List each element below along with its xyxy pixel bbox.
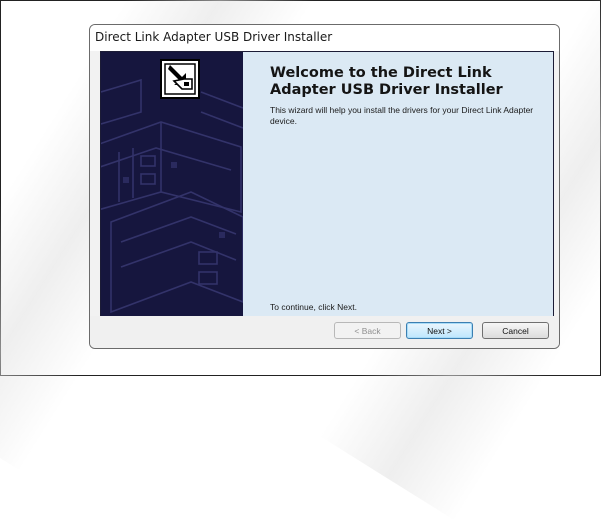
back-button[interactable]: < Back: [334, 322, 401, 339]
cancel-button[interactable]: Cancel: [482, 322, 549, 339]
welcome-heading: Welcome to the Direct Link Adapter USB D…: [270, 65, 503, 98]
screenshot-frame: Direct Link Adapter USB Driver Installer: [0, 0, 601, 521]
dialog-title: Direct Link Adapter USB Driver Installer: [95, 30, 333, 44]
wizard-side-banner: [101, 52, 243, 316]
usb-device-icon: [160, 59, 200, 99]
dialog-titlebar[interactable]: Direct Link Adapter USB Driver Installer: [90, 25, 559, 51]
wizard-button-bar: < Back Next > Cancel: [90, 316, 559, 348]
wizard-content: Welcome to the Direct Link Adapter USB D…: [100, 51, 554, 317]
continue-hint: To continue, click Next.: [270, 302, 357, 312]
next-button[interactable]: Next >: [406, 322, 473, 339]
welcome-description: This wizard will help you install the dr…: [270, 105, 534, 126]
installer-dialog: Direct Link Adapter USB Driver Installer: [89, 24, 560, 349]
